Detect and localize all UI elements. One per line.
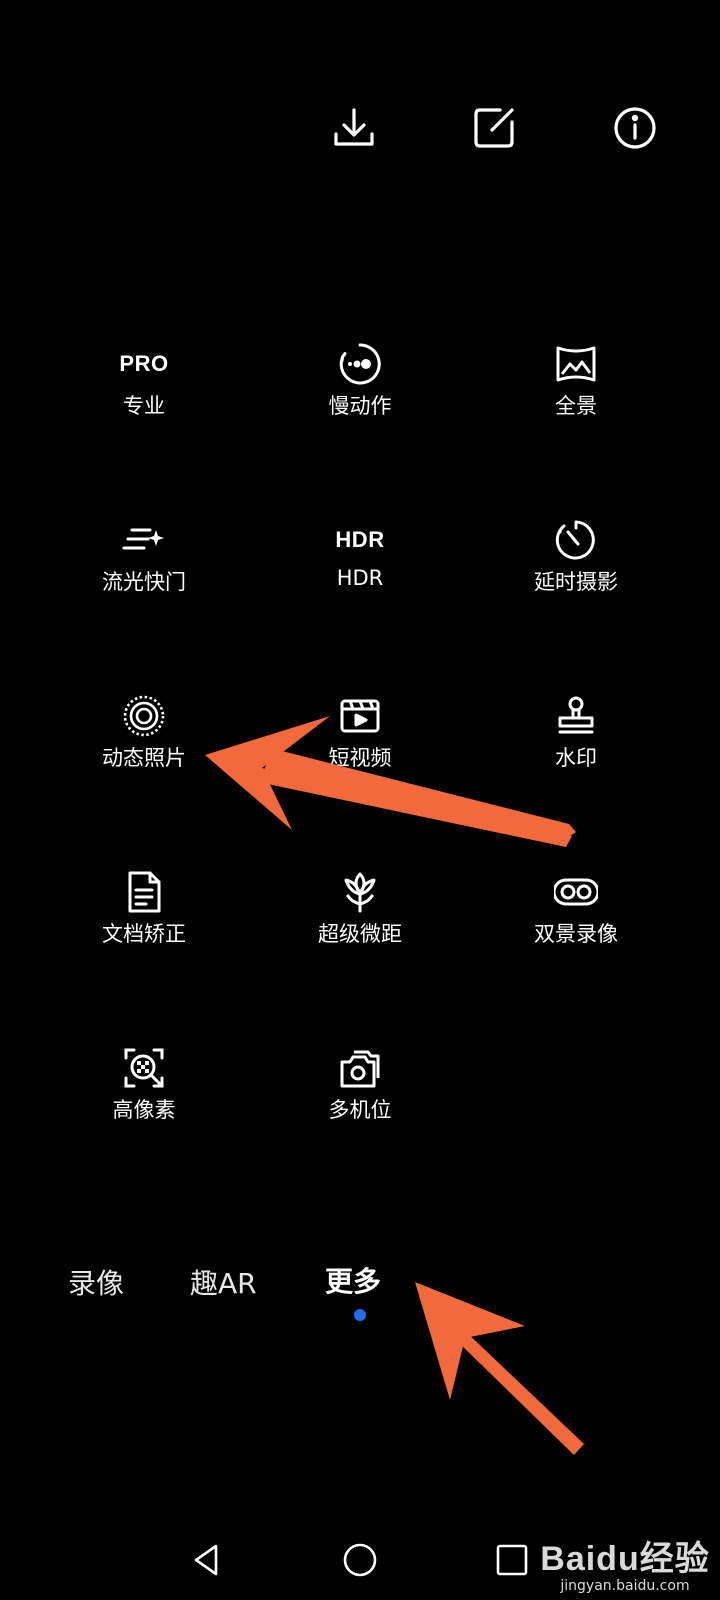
mode-light-painting[interactable]: 流光快门	[44, 516, 244, 626]
mode-panorama[interactable]: 全景	[476, 340, 676, 450]
info-icon	[614, 107, 656, 149]
mode-timelapse[interactable]: 延时摄影	[476, 516, 676, 626]
mode-short-video[interactable]: 短视频	[260, 692, 460, 802]
mode-watermark[interactable]: 水印	[476, 692, 676, 802]
nav-recents-button[interactable]	[482, 1530, 542, 1590]
hdr-text-icon: HDR	[335, 527, 385, 552]
mode-label: 慢动作	[328, 394, 392, 418]
download-icon	[334, 108, 374, 146]
mode-label: 多机位	[328, 1098, 392, 1122]
mode-label: 动态照片	[102, 746, 186, 770]
high-res-icon	[124, 1048, 164, 1088]
panorama-icon	[556, 346, 596, 382]
tab-fun-ar[interactable]: 趣AR	[190, 1262, 257, 1302]
mode-label: 水印	[555, 746, 597, 770]
mode-document-correction[interactable]: 文档矫正	[44, 868, 244, 978]
mode-label: 超级微距	[318, 922, 402, 946]
moving-picture-icon	[123, 695, 165, 737]
flower-icon	[344, 872, 376, 913]
nav-home-button[interactable]	[330, 1530, 390, 1590]
download-button[interactable]	[326, 100, 382, 156]
watermark-url: jingyan.baidu.com	[560, 1578, 690, 1594]
recents-icon	[496, 1544, 528, 1576]
dual-view-icon	[554, 878, 598, 906]
pro-text-icon: PRO	[119, 351, 169, 376]
timelapse-icon	[555, 520, 595, 560]
mode-super-macro[interactable]: 超级微距	[260, 868, 460, 978]
active-tab-indicator	[354, 1309, 366, 1321]
home-icon	[343, 1543, 377, 1577]
light-painting-icon	[122, 528, 164, 550]
short-video-icon	[340, 699, 380, 733]
tab-more[interactable]: 更多	[325, 1260, 381, 1300]
mode-high-resolution[interactable]: 高像素	[44, 1044, 244, 1154]
mode-label: 短视频	[328, 746, 392, 770]
mode-moving-picture[interactable]: 动态照片	[44, 692, 244, 802]
slow-motion-icon	[339, 343, 381, 385]
watermark-logo: Baidu经验	[540, 1540, 710, 1578]
mode-label: 流光快门	[102, 570, 186, 594]
tab-video[interactable]: 录像	[68, 1262, 124, 1302]
mode-label: 专业	[123, 394, 165, 418]
mode-hdr[interactable]: HDR HDR	[260, 516, 460, 626]
mode-label: 文档矫正	[102, 922, 186, 946]
mode-label: 延时摄影	[534, 570, 618, 594]
mode-dual-view[interactable]: 双景录像	[476, 868, 676, 978]
mode-label: 全景	[555, 394, 597, 418]
watermark: Baidu经验 jingyan.baidu.com	[540, 1531, 710, 1594]
annotation-arrow-more-tab	[415, 1282, 584, 1455]
edit-button[interactable]	[466, 100, 522, 156]
info-button[interactable]	[607, 100, 663, 156]
nav-back-button[interactable]	[176, 1530, 236, 1590]
mode-slow-motion[interactable]: 慢动作	[260, 340, 460, 450]
mode-label: 高像素	[112, 1098, 176, 1122]
mode-multi-camera[interactable]: 多机位	[260, 1044, 460, 1154]
document-icon	[128, 871, 161, 913]
edit-icon	[474, 108, 514, 148]
mode-label: 双景录像	[534, 922, 618, 946]
stamp-icon	[558, 696, 594, 734]
mode-label: HDR	[336, 566, 384, 590]
mode-pro[interactable]: PRO 专业	[44, 340, 244, 450]
back-icon	[194, 1544, 218, 1576]
multi-camera-icon	[340, 1050, 380, 1088]
